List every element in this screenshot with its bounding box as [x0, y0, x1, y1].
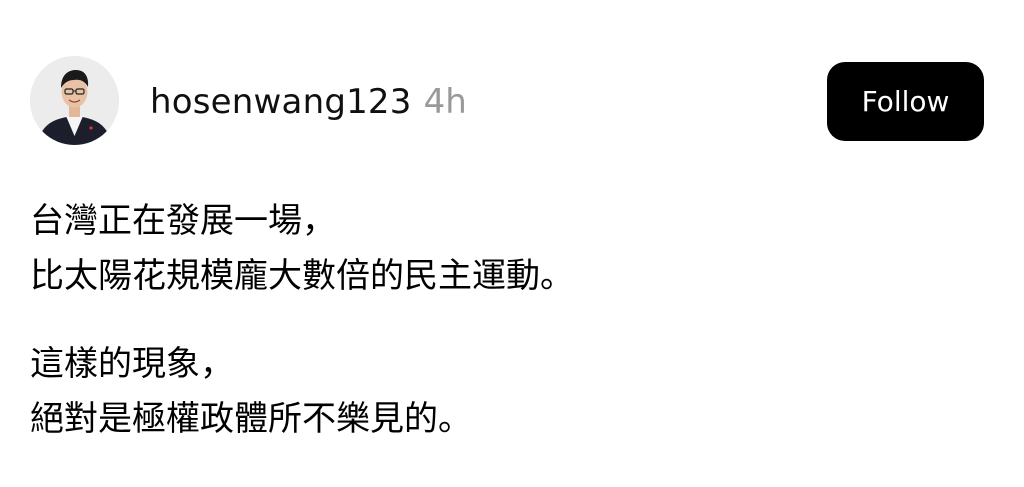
user-meta: hosenwang123 4h — [150, 80, 467, 124]
post-text-line: 這樣的現象， — [30, 344, 234, 384]
post-paragraph: 這樣的現象， 絕對是極權政體所不樂見的。 — [30, 337, 990, 447]
profile-photo-icon — [30, 56, 119, 145]
post-text-line: 絕對是極權政體所不樂見的。 — [30, 399, 472, 439]
post-paragraph: 台灣正在發展一場， 比太陽花規模龐大數倍的民主運動。 — [30, 194, 990, 304]
follow-button[interactable]: Follow — [827, 62, 984, 141]
post-header: hosenwang123 4h Follow — [30, 56, 984, 148]
post-body: 台灣正在發展一場， 比太陽花規模龐大數倍的民主運動。 這樣的現象， 絕對是極權政… — [30, 194, 990, 447]
post-text-line: 台灣正在發展一場， — [30, 201, 336, 241]
username-link[interactable]: hosenwang123 — [150, 82, 412, 122]
post-card: hosenwang123 4h Follow 台灣正在發展一場， 比太陽花規模龐… — [0, 0, 1024, 487]
avatar[interactable] — [30, 56, 119, 145]
post-timestamp: 4h — [423, 82, 467, 122]
post-text-line: 比太陽花規模龐大數倍的民主運動。 — [30, 256, 574, 296]
